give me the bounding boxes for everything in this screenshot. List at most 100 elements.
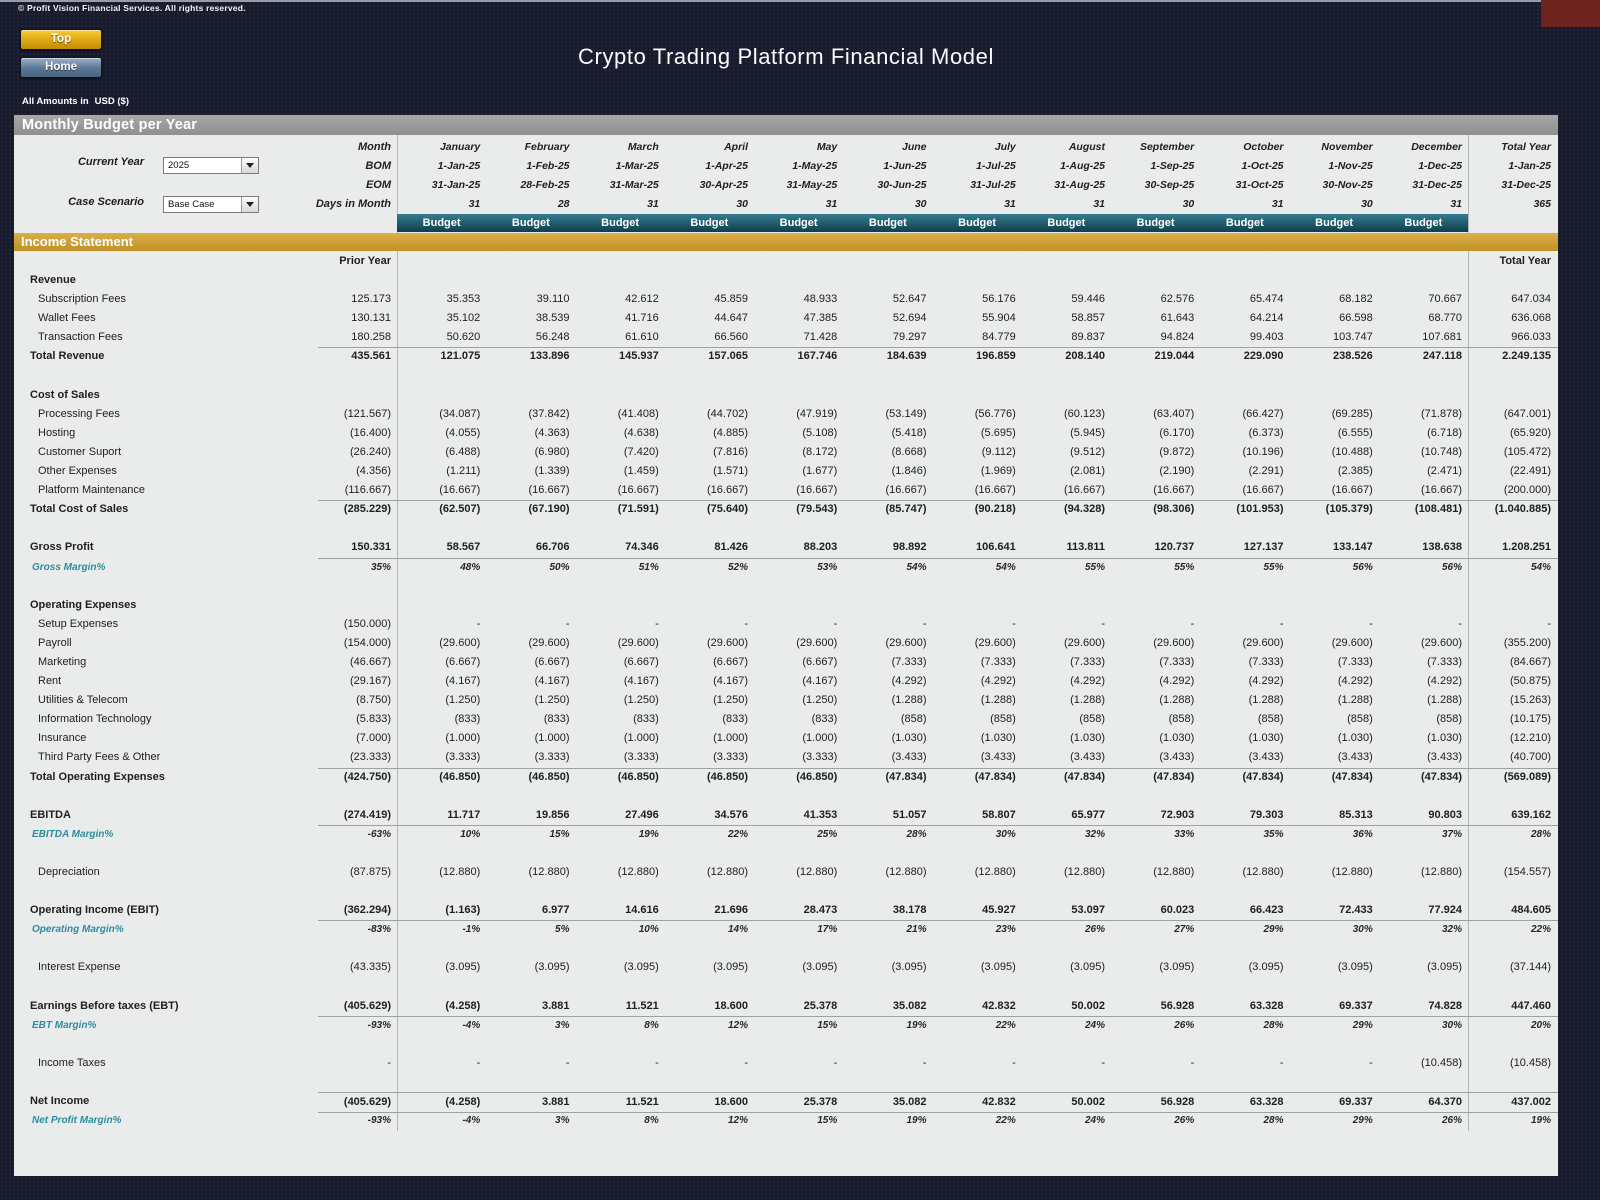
budget-cell: Budget: [397, 214, 487, 232]
cell-value: (46.850): [439, 770, 481, 783]
cell-value: (10.748): [1421, 445, 1462, 458]
cell-value: (4.292): [1427, 675, 1462, 688]
cell-value: [1379, 882, 1468, 901]
cell-value: (12.880): [885, 866, 927, 878]
cell-value: [754, 271, 843, 290]
case-scenario-dropdown[interactable]: Base Case: [163, 196, 259, 213]
cell-value: 79.297: [843, 328, 933, 349]
cell-value: -: [655, 1056, 659, 1069]
cell-value: (858): [1079, 713, 1105, 726]
cell-value: [1200, 252, 1289, 271]
cell-value: (6.667): [623, 655, 659, 668]
cell-value: [1379, 978, 1468, 997]
cell-value: 6.977: [486, 901, 576, 922]
cell-value: (12.880): [1153, 866, 1195, 878]
cell-value: [1468, 519, 1558, 538]
cell-value: -: [565, 617, 570, 630]
month-header-cell: 1-Mar-25: [615, 160, 659, 172]
budget-cell: Budget: [664, 214, 754, 232]
cell-value: [486, 252, 575, 271]
cell-value: (12.880): [1331, 866, 1373, 878]
cell-value: (5.418): [891, 426, 927, 439]
cell-value: (3.433): [1111, 748, 1201, 769]
chevron-down-icon[interactable]: [241, 197, 258, 212]
cell-value: 61.610: [575, 328, 665, 349]
cell-value: 11.521: [575, 997, 665, 1017]
cell-value: [1200, 1035, 1289, 1054]
current-year-label: Current Year: [77, 156, 144, 168]
cell-value: [933, 577, 1022, 596]
cell-value: 5%: [555, 924, 570, 936]
cell-value: [1200, 271, 1289, 290]
cell-value: 12%: [727, 1019, 748, 1031]
cell-value: (12.880): [1242, 866, 1284, 878]
cell-value: [1022, 939, 1111, 958]
cell-value: -93%: [367, 1115, 391, 1127]
cell-value: [754, 939, 843, 958]
cell-value: (47.834): [1242, 770, 1284, 783]
cell-value: 55%: [1084, 561, 1105, 573]
cell-value: 64.214: [1249, 312, 1284, 325]
cell-value: (84.667): [1510, 655, 1551, 668]
cell-value: (8.668): [891, 445, 927, 458]
cell-value: (65.920): [1510, 426, 1551, 439]
cell-value: [933, 386, 1022, 405]
cell-value: [1290, 252, 1379, 271]
cell-value: (87.875): [350, 866, 391, 878]
cell-value: (47.834): [1153, 770, 1195, 783]
cell-value: [754, 787, 843, 806]
cell-value: [1111, 367, 1200, 386]
cell-value: 79.303: [1200, 806, 1290, 826]
cell-value: (44.702): [707, 407, 748, 420]
row-label: Total Revenue: [30, 350, 105, 363]
cell-value: 435.561: [351, 350, 391, 363]
cell-value: (833): [543, 713, 570, 726]
cell-value: 56.928: [1111, 997, 1201, 1017]
cell-value: (4.885): [713, 426, 748, 439]
month-header-cell: 31-Jan-25: [431, 179, 481, 191]
cell-value: (29.600): [796, 636, 838, 649]
total-year-header-cell: Total Year: [1501, 141, 1551, 153]
cell-value: [1379, 577, 1468, 596]
cell-value: [1200, 978, 1289, 997]
cell-value: (1.288): [1427, 694, 1462, 707]
cell-value: 53.097: [1021, 901, 1111, 922]
cell-value: 121.075: [440, 350, 481, 363]
current-year-dropdown[interactable]: 2025: [163, 157, 259, 174]
cell-value: [1290, 367, 1379, 386]
row-total-revenue: Total Revenue 435.561 121.075 133.896 145.93…: [14, 347, 1558, 366]
cell-value: (10.196): [1242, 445, 1284, 458]
cell-value: (12.880): [974, 866, 1016, 878]
cell-value: 24%: [1084, 1115, 1105, 1127]
cell-value: -: [744, 1056, 748, 1069]
month-header-cell: 28: [557, 198, 570, 210]
cell-value: 20%: [1530, 1019, 1551, 1031]
cell-value: (285.229): [343, 503, 391, 516]
cell-value: (10.458): [1510, 1056, 1551, 1069]
cell-value: [318, 1035, 397, 1054]
cell-value: (12.880): [796, 866, 838, 878]
cell-value: 18.600: [664, 1092, 754, 1114]
cell-value: (16.667): [486, 481, 576, 502]
cell-value: 42.832: [932, 1092, 1022, 1114]
cell-value: [1290, 577, 1379, 596]
cell-value: 2.249.135: [1502, 350, 1551, 363]
cell-value: (3.095): [445, 961, 481, 974]
cell-value: [576, 386, 665, 405]
month-header-cell: 1-Jan-25: [437, 160, 481, 172]
cell-value: [1290, 787, 1379, 806]
cell-value: (7.333): [980, 655, 1016, 668]
cell-value: (1.030): [891, 732, 927, 745]
cell-value: (46.850): [528, 770, 570, 783]
cell-value: (858): [990, 713, 1016, 726]
cell-value: -: [922, 617, 927, 630]
cell-value: (67.190): [528, 503, 570, 516]
cell-value: -: [922, 1056, 927, 1069]
cell-value: (1.211): [446, 465, 481, 478]
chevron-down-icon[interactable]: [241, 158, 258, 173]
cell-value: [1379, 271, 1468, 290]
cell-value: (1.339): [534, 465, 570, 478]
cell-value: [576, 519, 665, 538]
cell-value: -: [1279, 617, 1284, 630]
cell-value: [665, 787, 754, 806]
